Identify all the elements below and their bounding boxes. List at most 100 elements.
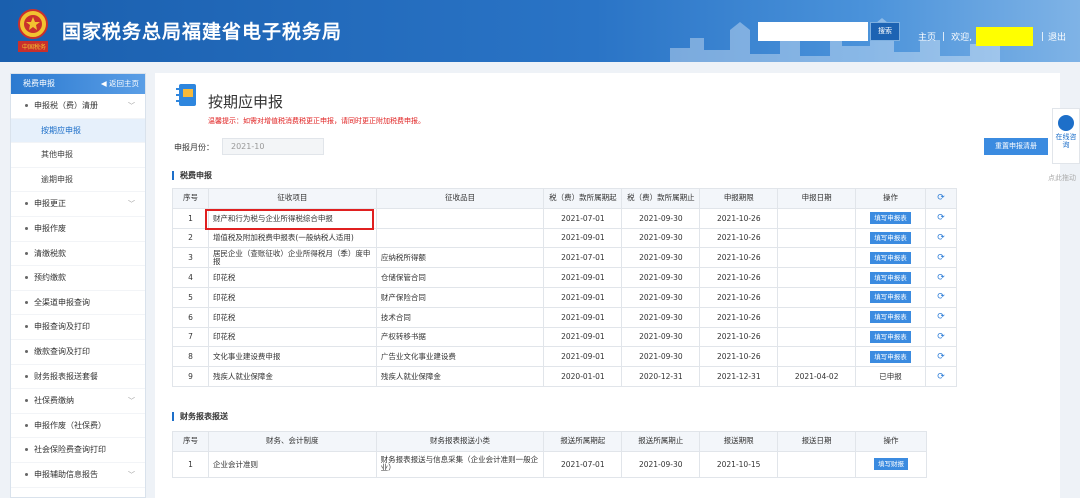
sidebar-item[interactable]: 缴款查询及打印 [11,340,145,365]
username-redacted [975,27,1033,46]
table-cell: 5 [172,286,209,308]
reset-list-button[interactable]: 重置申报清册 [984,138,1048,155]
refresh-icon[interactable]: ⟳ [925,188,957,209]
table-cell: 居民企业（查账征收）企业所得税月（季）度申报 [207,247,377,269]
sidebar-item[interactable]: 申报作废（社保费） [11,414,145,439]
site-title: 国家税务总局福建省电子税务局 [62,21,343,43]
top-links: 主页 | 欢迎, | 退出 [918,27,1066,46]
table-cell [375,207,545,229]
column-header: 征收项目 [207,188,377,209]
sidebar-item-label: 社会保险费查询打印 [34,445,106,455]
fill-report-button[interactable]: 填写申报表 [870,271,911,284]
fill-report-button[interactable]: 填写申报表 [870,350,911,363]
chevron-down-icon: ﹀ [128,397,135,406]
refresh-row-icon[interactable]: ⟳ [925,286,957,308]
table-cell: 8 [172,346,209,368]
chat-icon [1058,115,1074,131]
table-row: 2 增值税及附加税费申报表(一般纳税人适用) 2021-09-01 2021-09-3… [172,227,957,249]
bullet-icon [25,423,28,427]
sidebar-item[interactable]: 逾期申报 [11,168,145,193]
table-cell: 9 [172,366,209,387]
online-consult-button[interactable]: 在线咨询 [1052,108,1080,164]
action-cell: 填写申报表 [855,326,926,348]
table-cell: 产权转移书据 [375,326,545,348]
sidebar-item-label: 申报查询及打印 [34,322,90,332]
refresh-row-icon[interactable]: ⟳ [925,207,957,229]
sidebar-item-label: 申报作废 [34,223,66,233]
sidebar-item[interactable]: 预约缴款 [11,266,145,291]
table-cell: 财务报表报送与信息采集（企业会计准则一般企业） [375,450,545,478]
refresh-row-icon[interactable]: ⟳ [925,366,957,387]
sidebar-item[interactable]: 按期应申报 [11,118,145,144]
table-cell: 2021-10-26 [699,346,779,368]
column-header: 操作 [855,188,926,209]
column-header: 报送期限 [699,431,779,452]
fill-financial-report-button[interactable]: 填写财报 [874,458,908,471]
sidebar-item[interactable]: 其他申报 [11,143,145,168]
table-cell: 2021-09-30 [621,346,701,368]
refresh-row-icon[interactable]: ⟳ [925,227,957,249]
sidebar-item-label: 缴款查询及打印 [34,346,90,356]
notebook-icon [176,84,196,106]
table-cell: 2021-09-30 [621,207,701,229]
sidebar-item[interactable]: 清缴税款 [11,242,145,267]
fill-report-button[interactable]: 填写申报表 [870,330,911,343]
month-field[interactable]: 2021-10 [222,138,324,155]
table-cell [777,267,857,288]
back-home-link[interactable]: ◀ 返回主页 [101,74,139,94]
table-cell [777,306,857,328]
table-cell: 2021-09-01 [543,306,623,328]
table-cell: 2021-09-01 [543,346,623,368]
fill-report-button[interactable]: 填写申报表 [870,291,911,304]
column-header: 税（费）款所属期止 [621,188,701,209]
fill-report-button[interactable]: 填写申报表 [870,251,911,264]
table-row: 6 印花税 技术合同 2021-09-01 2021-09-30 2021-10-26 填写… [172,306,957,328]
table-cell [777,247,857,269]
table-cell: 印花税 [207,286,377,308]
sidebar-item[interactable]: 申报作废 [11,217,145,242]
drag-handle[interactable]: 点此拖动 [1048,173,1076,183]
sidebar-item[interactable]: 社会保险费查询打印 [11,438,145,463]
search-input[interactable] [758,22,868,41]
table-cell: 2021-09-30 [621,247,701,269]
chevron-down-icon: ﹀ [128,200,135,209]
column-header: 税（费）款所属期起 [543,188,623,209]
table-cell: 2020-12-31 [621,366,701,387]
bullet-icon [25,374,28,378]
table-cell: 2021-10-26 [699,267,779,288]
sidebar-item[interactable]: 申报查询及打印 [11,315,145,340]
bullet-icon [25,399,28,403]
table-cell: 2021-07-01 [543,207,623,229]
table-cell [375,227,545,249]
table-row: 5 印花税 财产保险合同 2021-09-01 2021-09-30 2021-10-26… [172,286,957,308]
table-cell: 2021-07-01 [543,247,623,269]
refresh-row-icon[interactable]: ⟳ [925,267,957,288]
welcome-text: 欢迎, [951,33,972,43]
sidebar-item-label: 其他申报 [41,150,73,160]
table-cell: 2021-09-30 [621,326,701,348]
fill-report-button[interactable]: 填写申报表 [870,231,911,244]
table-cell: 2021-10-26 [699,227,779,249]
sidebar-item[interactable]: 申报税（费）清册 ﹀ [11,94,145,119]
sidebar-item-label: 清缴税款 [34,248,66,258]
sidebar-item[interactable]: 全渠道申报查询 [11,291,145,316]
refresh-row-icon[interactable]: ⟳ [925,306,957,328]
home-link[interactable]: 主页 [918,30,936,43]
warning-notice: 温馨提示：如需对增值税消费税更正申报，请同时更正附加税费申报。 [208,117,425,125]
column-header: 申报期限 [699,188,779,209]
search-button[interactable]: 搜索 [870,22,900,41]
table-cell [777,326,857,348]
financial-table: 序号 财务、会计制度 财务报表报送小类 报送所属期起 报送所属期止 报送期限 报送日期 操作 … [172,431,927,478]
logout-link[interactable]: 退出 [1048,30,1066,43]
refresh-row-icon[interactable]: ⟳ [925,326,957,348]
refresh-row-icon[interactable]: ⟳ [925,247,957,269]
refresh-row-icon[interactable]: ⟳ [925,346,957,368]
fill-report-button[interactable]: 填写申报表 [870,212,911,225]
table-row: 4 印花税 仓储保管合同 2021-09-01 2021-09-30 2021-10-26… [172,267,957,288]
sidebar-title: 税费申报 [23,79,55,88]
sidebar-item[interactable]: 社保费缴纳 ﹀ [11,389,145,414]
sidebar-item[interactable]: 申报更正 ﹀ [11,192,145,217]
fill-report-button[interactable]: 填写申报表 [870,311,911,324]
sidebar-item[interactable]: 申报辅助信息报告 ﹀ [11,463,145,488]
sidebar-item[interactable]: 财务报表报送套餐 [11,365,145,390]
